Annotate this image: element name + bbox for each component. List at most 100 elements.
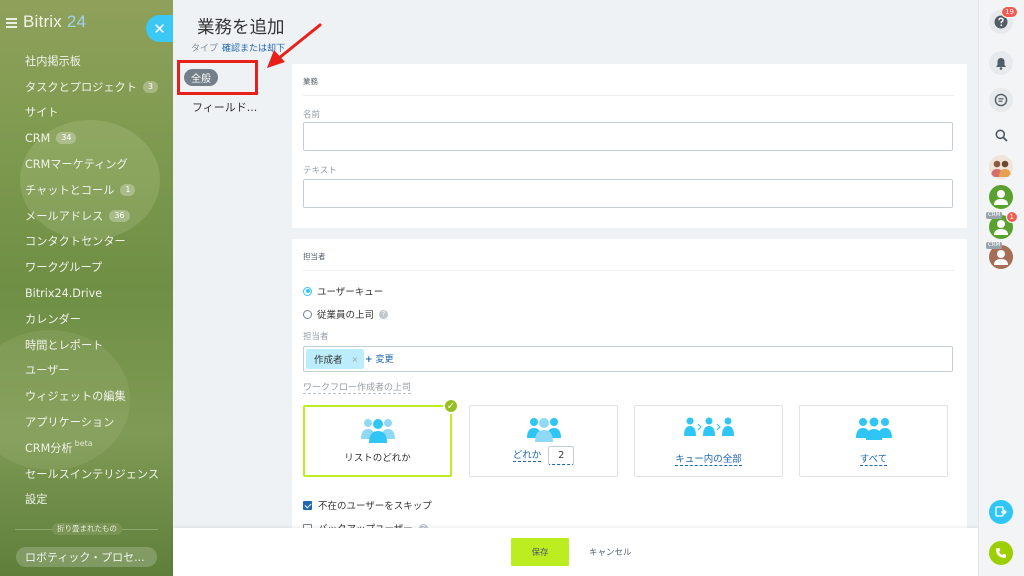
sidebar-item[interactable]: ユーザー (0, 358, 173, 384)
assignee-selector[interactable]: 作成者 × + 変更 (303, 346, 953, 372)
search-button[interactable] (989, 123, 1013, 147)
collapsed-items-toggle[interactable]: 折り畳まれたもの (52, 523, 122, 535)
crm-tag: CRM (986, 242, 1003, 249)
sidebar-item[interactable]: CRMマーケティング (0, 151, 173, 177)
help-badge: 19 (1001, 6, 1018, 18)
bitrix-logo[interactable]: Bitrix 24 (23, 12, 86, 32)
tile-any-count[interactable]: どれか 2 (469, 405, 618, 477)
sidebar-item-counter: 3 (142, 80, 158, 93)
bell-icon (996, 57, 1006, 70)
tile-label: すべて (800, 451, 947, 466)
checkbox-label: 不在のユーザーをスキップ (318, 501, 432, 512)
chat-button[interactable] (989, 88, 1013, 112)
save-button[interactable]: 保存 (511, 538, 569, 566)
help-icon[interactable]: ? (379, 309, 389, 319)
radio-supervisor[interactable]: 従業員の上司 ? (303, 307, 389, 321)
left-sidebar: Bitrix 24 社内掲示板 タスクとプロジェクト 3 サイト CRM 34 CRMマーケ… (0, 0, 173, 576)
radio-button[interactable] (303, 309, 312, 319)
sidebar-header: Bitrix 24 (6, 12, 86, 32)
chat-icon (994, 93, 1008, 107)
tile-link-text[interactable]: どれか (512, 450, 542, 462)
sidebar-item[interactable]: アプリケーション (0, 409, 173, 435)
tag-label: 作成者 (314, 355, 343, 366)
remove-tag-icon[interactable]: × (352, 355, 359, 364)
section-title: 担当者 (303, 252, 326, 261)
sidebar-item-label: 設定 (25, 493, 48, 507)
name-input[interactable] (303, 122, 953, 151)
radio-label: ユーザーキュー (317, 287, 384, 298)
users-group-icon (800, 416, 947, 442)
sidebar-item-robotic-process[interactable]: ロボティック・プロセ... (16, 547, 157, 567)
sidebar-item[interactable]: ウィジェットの編集 (0, 383, 173, 409)
checkbox[interactable] (303, 500, 312, 510)
sidebar-item[interactable]: ワークグループ (0, 254, 173, 280)
logo-text: Bitrix (23, 12, 62, 31)
slider-footer: 保存 キャンセル (173, 528, 978, 576)
people-avatar-icon (991, 160, 1011, 177)
divider (303, 95, 955, 96)
screen-share-button[interactable] (989, 500, 1013, 524)
users-group-icon (305, 417, 450, 443)
text-input[interactable] (303, 179, 953, 208)
sidebar-item[interactable]: コンタクトセンター (0, 229, 173, 255)
sidebar-item[interactable]: 時間とレポート (0, 332, 173, 358)
avatar-user[interactable] (989, 185, 1013, 209)
sidebar-item[interactable]: カレンダー (0, 306, 173, 332)
sidebar-item-label: ユーザー (25, 364, 70, 378)
sidebar-item-label: CRM (25, 131, 51, 145)
nav-tab-fields[interactable]: フィールド... (192, 99, 257, 115)
tile-any-from-list[interactable]: リストのどれか ✓ (303, 398, 459, 477)
name-label: 名前 (303, 110, 321, 120)
logo-number: 24 (66, 12, 87, 31)
tile-link-text[interactable]: すべて (859, 454, 888, 466)
phone-icon (996, 548, 1006, 558)
sidebar-item-label: カレンダー (25, 312, 81, 326)
sidebar-item[interactable]: サイト (0, 100, 173, 126)
change-label: 変更 (375, 355, 394, 365)
sidebar-item[interactable]: CRM 34 (0, 125, 173, 151)
highlight-box (177, 60, 258, 95)
assignee-section: 担当者 ユーザーキュー 従業員の上司 ? 担当者 作成者 × + 変更 ワークフロ… (292, 239, 967, 539)
task-section: 業務 名前 テキスト (292, 64, 967, 228)
sidebar-item-counter: 34 (56, 132, 77, 145)
sidebar-item[interactable]: 社内掲示板 (0, 48, 173, 74)
sidebar-item-label: ワークグループ (25, 261, 103, 275)
sidebar-item-label: 時間とレポート (25, 338, 104, 352)
close-icon: ✕ (153, 19, 166, 38)
notifications-button[interactable] (989, 51, 1013, 75)
text-label: テキスト (303, 166, 337, 176)
sidebar-item-label: セールスインテリジェンス (25, 467, 160, 481)
cancel-button[interactable]: キャンセル (581, 538, 640, 566)
radio-user-queue[interactable]: ユーザーキュー (303, 284, 383, 298)
call-button[interactable] (989, 541, 1013, 565)
sidebar-item-counter: 1 (120, 183, 136, 196)
sidebar-item[interactable]: Bitrix24.Drive (0, 280, 173, 306)
sidebar-item[interactable]: セールスインテリジェンス (0, 461, 173, 487)
crm-badge: 1 (1005, 211, 1018, 223)
workflow-supervisor-label[interactable]: ワークフロー作成者の上司 (303, 380, 412, 394)
skip-absent-option[interactable]: 不在のユーザーをスキップ (303, 498, 432, 512)
tile-link-text[interactable]: キュー内の全部 (675, 454, 742, 466)
sidebar-menu: 社内掲示板 タスクとプロジェクト 3 サイト CRM 34 CRMマーケティング チャットとコ… (0, 48, 173, 512)
sidebar-item[interactable]: CRM分析 beta (0, 435, 173, 461)
sidebar-item[interactable]: タスクとプロジェクト 3 (0, 74, 173, 100)
close-slider-button[interactable]: ✕ (146, 15, 173, 42)
sidebar-item-label: アプリケーション (25, 416, 115, 430)
help-button[interactable]: 19 (989, 6, 1018, 34)
crm-tag: CRM (986, 212, 1003, 219)
avatar-crm-contact[interactable]: CRM 1 (986, 211, 1018, 239)
menu-icon[interactable] (6, 17, 17, 28)
beta-label: beta (74, 439, 93, 449)
assignee-label: 担当者 (303, 332, 329, 342)
avatar-group-chat[interactable] (989, 155, 1013, 179)
check-icon: ✓ (443, 398, 459, 414)
sidebar-item[interactable]: メールアドレス 36 (0, 203, 173, 229)
avatar-crm-contact-2[interactable]: CRM (986, 242, 1013, 269)
tile-everyone[interactable]: すべて (799, 405, 948, 477)
change-assignee-button[interactable]: + 変更 (365, 352, 394, 365)
sidebar-item[interactable]: 設定 (0, 487, 173, 513)
radio-button[interactable] (303, 286, 312, 296)
tile-all-in-queue[interactable]: キュー内の全部 (634, 405, 783, 477)
count-input[interactable]: 2 (548, 446, 575, 465)
sidebar-item[interactable]: チャットとコール 1 (0, 177, 173, 203)
